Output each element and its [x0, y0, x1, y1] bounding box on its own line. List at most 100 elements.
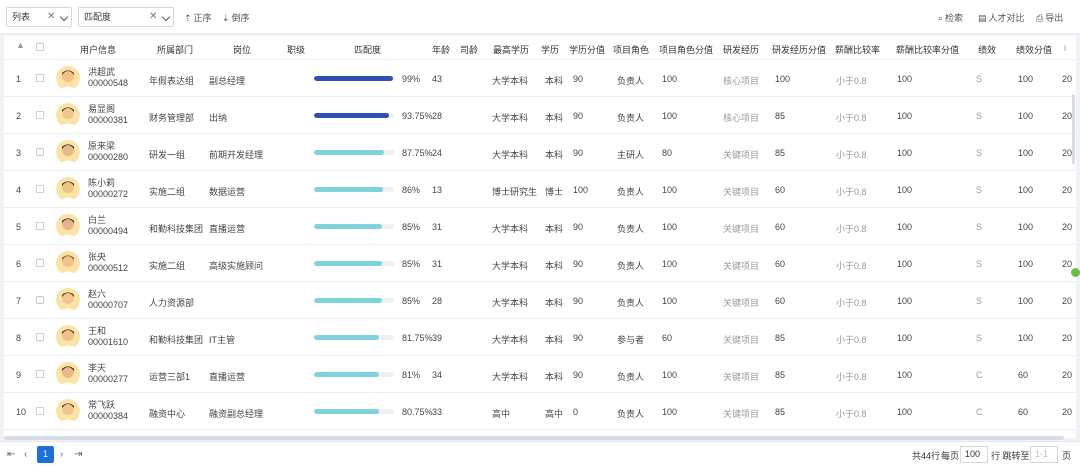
match-progress-fill	[314, 187, 383, 192]
cell-salary: 小于0.8	[836, 76, 867, 86]
row-checkbox[interactable]	[36, 407, 44, 415]
search-icon: ⌕	[938, 13, 944, 23]
table-row[interactable]: 7 赵六 00000707 人力资源部 85% 28 大学本科 本科 90 负责人 100 关键项目 6…	[4, 282, 1076, 319]
col-more[interactable]: i	[1064, 43, 1066, 53]
col-rank[interactable]: 职级	[287, 43, 305, 56]
desc-label: 倒序	[231, 13, 250, 23]
row-checkbox[interactable]	[36, 148, 44, 156]
export-button[interactable]: ⎙ 导出	[1036, 11, 1063, 24]
user-name[interactable]: 原来梁	[88, 139, 115, 152]
cell-post: 数据运营	[209, 187, 246, 197]
user-name[interactable]: 陈小莉	[88, 176, 115, 189]
table-row[interactable]: 6 张央 00000512 实施二组 高级实施顾问 85% 31 大学本科 本科 90 负责人 100…	[4, 245, 1076, 282]
cell-salary-score: 100	[897, 74, 913, 84]
col-age[interactable]: 年龄	[432, 43, 450, 56]
goto-input[interactable]: 1-1	[1030, 446, 1058, 463]
vertical-scrollbar[interactable]	[1072, 94, 1075, 164]
match-progress-bar	[314, 409, 394, 414]
cell-perf-score: 100	[1018, 148, 1034, 158]
table-row[interactable]: 4 陈小莉 00000272 实施二组 数据运营 86% 13 博士研究生 博士 100 负责人 10…	[4, 171, 1076, 208]
last-page-icon[interactable]: ⇥	[74, 449, 82, 460]
chevron-down-icon[interactable]	[59, 12, 69, 22]
cell-dept: 和勤科技集团	[149, 335, 204, 345]
next-page-icon[interactable]: ›	[60, 449, 63, 460]
col-role[interactable]: 项目角色	[613, 43, 649, 56]
col-salary[interactable]: 薪酬比较率	[835, 43, 880, 56]
col-perf[interactable]: 绩效	[978, 43, 996, 56]
table-row[interactable]: 3 原来梁 00000280 研发一组 前期开发经理 87.75% 24 大学本科 本科 90 主研…	[4, 134, 1076, 171]
user-name[interactable]: 易显阁	[88, 102, 115, 115]
col-user[interactable]: 用户信息	[80, 43, 116, 56]
user-name[interactable]: 赵六	[88, 287, 106, 300]
horizontal-scrollbar[interactable]	[4, 436, 1064, 440]
asc-button[interactable]: ⇡ 正序	[184, 11, 212, 24]
goto-label: 行 跳转至	[991, 451, 1030, 461]
col-edu[interactable]: 最高学历	[493, 43, 529, 56]
sort-select[interactable]: 匹配度 ✕	[78, 7, 174, 27]
row-index: 6	[16, 259, 22, 269]
sort-asc-icon: ⇡	[184, 13, 192, 23]
prev-page-icon[interactable]: ‹	[24, 449, 27, 460]
user-name[interactable]: 张央	[88, 250, 106, 263]
cell-degree: 本科	[545, 261, 564, 271]
user-name[interactable]: 白兰	[88, 213, 106, 226]
user-name[interactable]: 李天	[88, 361, 106, 374]
col-rd-score[interactable]: 研发经历分值	[772, 43, 826, 56]
col-match[interactable]: 匹配度	[354, 43, 381, 56]
table-row[interactable]: 8 王和 00001610 和勤科技集团 IT主管 81.75% 39 大学本科 本科 90 参与者…	[4, 319, 1076, 356]
cell-rd-score: 60	[775, 296, 786, 306]
cell-role: 负责人	[617, 187, 645, 197]
user-name[interactable]: 王和	[88, 324, 106, 337]
cell-rd-score: 85	[775, 111, 786, 121]
row-checkbox[interactable]	[36, 74, 44, 82]
user-name[interactable]: 洪超武	[88, 65, 115, 78]
cell-edu: 大学本科	[492, 76, 529, 86]
avatar	[56, 176, 80, 202]
avatar	[56, 361, 80, 387]
per-page-input[interactable]: 100	[960, 446, 988, 463]
table-row[interactable]: 2 易显阁 00000381 财务管理部 出纳 93.75% 28 大学本科 本科 90 负责人 10…	[4, 97, 1076, 134]
table-row[interactable]: 5 白兰 00000494 和勤科技集团 直播运营 85% 31 大学本科 本科 90 负责人 100…	[4, 208, 1076, 245]
col-degree-score[interactable]: 学历分值	[569, 43, 605, 56]
col-dept[interactable]: 所属部门	[157, 43, 193, 56]
match-progress-fill	[314, 335, 380, 340]
user-name[interactable]: 常飞跃	[88, 398, 115, 411]
col-post[interactable]: 岗位	[233, 43, 251, 56]
col-tenure[interactable]: 司龄	[460, 43, 478, 56]
cell-salary-score: 100	[897, 259, 913, 269]
row-checkbox[interactable]	[36, 222, 44, 230]
clear-icon[interactable]: ✕	[149, 8, 157, 26]
col-rd[interactable]: 研发经历	[723, 43, 759, 56]
col-role-score[interactable]: 项目角色分值	[659, 43, 713, 56]
sort-caret-icon[interactable]: ▲	[16, 40, 25, 50]
row-checkbox[interactable]	[36, 296, 44, 304]
search-button[interactable]: ⌕ 检索	[938, 11, 963, 24]
row-checkbox[interactable]	[36, 333, 44, 341]
user-code: 00000548	[88, 78, 129, 88]
cell-role: 负责人	[617, 224, 645, 234]
cell-perf: S	[976, 296, 983, 306]
table-row[interactable]: 9 李天 00000277 运营三部1 直播运营 81% 34 大学本科 本科 90 负责人 100 关…	[4, 356, 1076, 393]
table-row[interactable]: 1 洪超武 00000548 年假表达组 副总经理 99% 43 大学本科 本科 90 负责人 100…	[4, 60, 1076, 97]
row-checkbox[interactable]	[36, 111, 44, 119]
col-degree[interactable]: 学历	[541, 43, 559, 56]
table-row[interactable]: 10 常飞跃 00000384 融资中心 融资副总经理 80.75% 33 高中 高中 0 负责人 1…	[4, 393, 1076, 430]
clear-icon[interactable]: ✕	[47, 8, 55, 26]
cell-rd: 关键项目	[723, 150, 760, 160]
col-salary-score[interactable]: 薪酬比较率分值	[896, 43, 959, 56]
row-checkbox[interactable]	[36, 370, 44, 378]
view-select[interactable]: 列表 ✕	[6, 7, 72, 27]
row-checkbox[interactable]	[36, 259, 44, 267]
cell-post: 直播运营	[209, 372, 246, 382]
cell-post: IT主管	[209, 335, 235, 345]
current-page[interactable]: 1	[37, 446, 54, 463]
cell-role-score: 100	[662, 222, 678, 232]
compare-button[interactable]: ▤ 人才对比	[978, 11, 1025, 24]
col-perf-score[interactable]: 绩效分值	[1016, 43, 1052, 56]
chevron-down-icon[interactable]	[161, 12, 171, 22]
search-label: 检索	[945, 13, 964, 23]
select-all-checkbox[interactable]	[36, 43, 44, 51]
desc-button[interactable]: ⇣ 倒序	[222, 11, 250, 24]
first-page-icon[interactable]: ⇤	[7, 449, 15, 460]
row-checkbox[interactable]	[36, 185, 44, 193]
